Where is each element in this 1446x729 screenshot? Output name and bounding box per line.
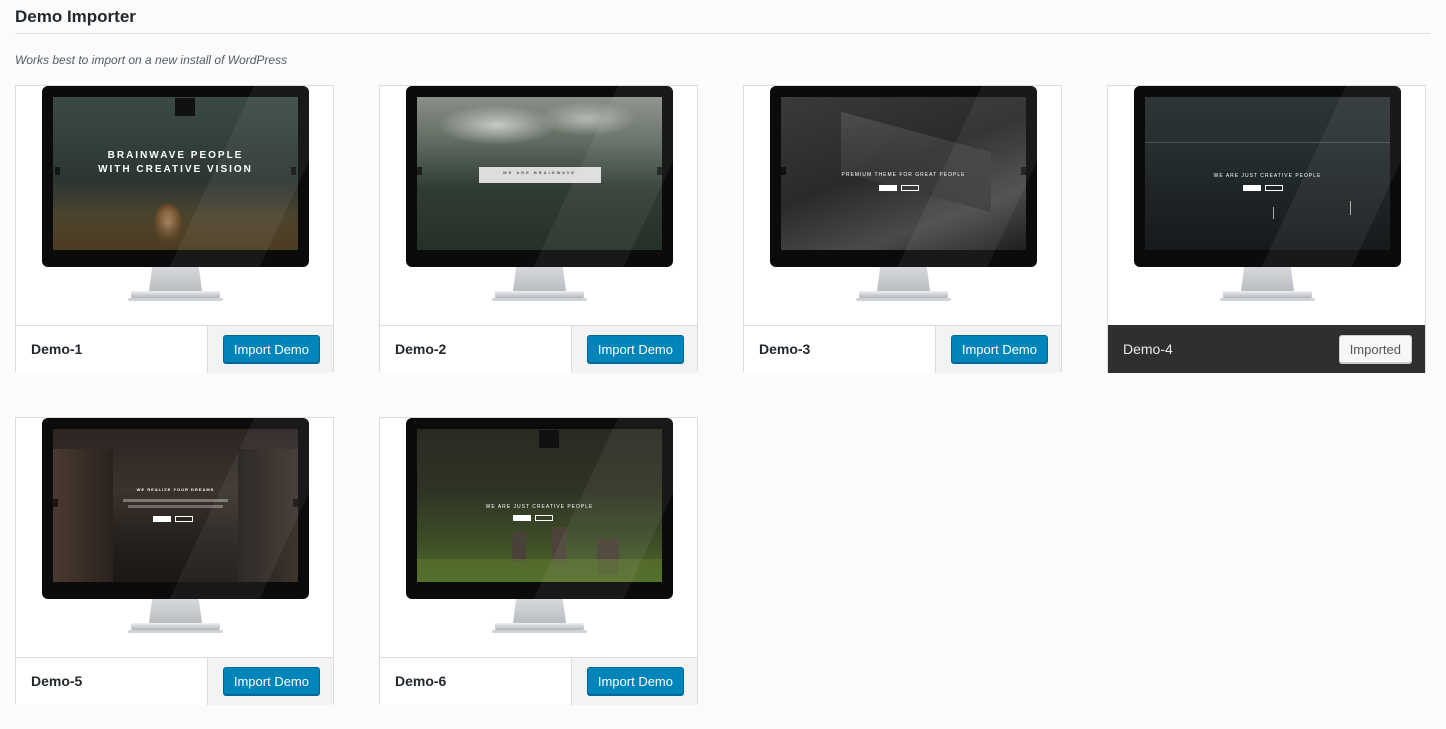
demo-card-5[interactable]: WE REALIZE YOUR DREAMS Demo-5 Import Dem… <box>15 417 334 705</box>
demo-card-6[interactable]: WE ARE JUST CREATIVE PEOPLE Demo-6 Impor… <box>379 417 698 705</box>
page-title: Demo Importer <box>15 7 136 26</box>
import-demo-button[interactable]: Import Demo <box>586 667 684 695</box>
demo-name: Demo-1 <box>31 341 83 357</box>
demo-preview[interactable]: WE ARE JUST CREATIVE PEOPLE <box>380 418 697 657</box>
demo-name: Demo-4 <box>1123 341 1173 357</box>
demo-preview[interactable]: BRAINWAVE PEOPLE WITH CREATIVE VISION <box>16 86 333 325</box>
demo-card-4[interactable]: WE ARE JUST CREATIVE PEOPLE Demo-4 Impor… <box>1107 85 1426 373</box>
import-demo-button[interactable]: Import Demo <box>586 335 684 363</box>
demo-preview[interactable]: WE REALIZE YOUR DREAMS <box>16 418 333 657</box>
monitor-image: WE ARE JUST CREATIVE PEOPLE <box>406 418 673 633</box>
demo-footer: Demo-6 Import Demo <box>380 657 697 705</box>
demo-name: Demo-6 <box>395 673 447 689</box>
demo-footer: Demo-2 Import Demo <box>380 325 697 373</box>
demo-footer: Demo-5 Import Demo <box>16 657 333 705</box>
demo-preview[interactable]: WE ARE JUST CREATIVE PEOPLE <box>1108 86 1425 325</box>
demo-preview[interactable]: WE ARE BRAINWAVE <box>380 86 697 325</box>
monitor-image: WE ARE BRAINWAVE <box>406 86 673 301</box>
page-header: Demo Importer <box>15 0 1430 34</box>
demo-name: Demo-3 <box>759 341 811 357</box>
demo-preview[interactable]: PREMIUM THEME FOR GREAT PEOPLE <box>744 86 1061 325</box>
monitor-image: BRAINWAVE PEOPLE WITH CREATIVE VISION <box>42 86 309 301</box>
imported-button[interactable]: Imported <box>1338 335 1412 363</box>
monitor-image: WE ARE JUST CREATIVE PEOPLE <box>1134 86 1401 301</box>
page-subtitle: Works best to import on a new install of… <box>15 53 288 67</box>
import-demo-button[interactable]: Import Demo <box>222 335 320 363</box>
demo-footer: Demo-3 Import Demo <box>744 325 1061 373</box>
import-demo-button[interactable]: Import Demo <box>222 667 320 695</box>
demo-name: Demo-5 <box>31 673 83 689</box>
demo-card-2[interactable]: WE ARE BRAINWAVE Demo-2 Import Demo <box>379 85 698 373</box>
monitor-image: WE REALIZE YOUR DREAMS <box>42 418 309 633</box>
demo-card-3[interactable]: PREMIUM THEME FOR GREAT PEOPLE Demo-3 Im… <box>743 85 1062 373</box>
demo-footer: Demo-1 Import Demo <box>16 325 333 373</box>
demo-footer: Demo-4 Imported <box>1108 325 1425 373</box>
demo-card-1[interactable]: BRAINWAVE PEOPLE WITH CREATIVE VISION De… <box>15 85 334 373</box>
demo-name: Demo-2 <box>395 341 447 357</box>
import-demo-button[interactable]: Import Demo <box>950 335 1048 363</box>
monitor-image: PREMIUM THEME FOR GREAT PEOPLE <box>770 86 1037 301</box>
